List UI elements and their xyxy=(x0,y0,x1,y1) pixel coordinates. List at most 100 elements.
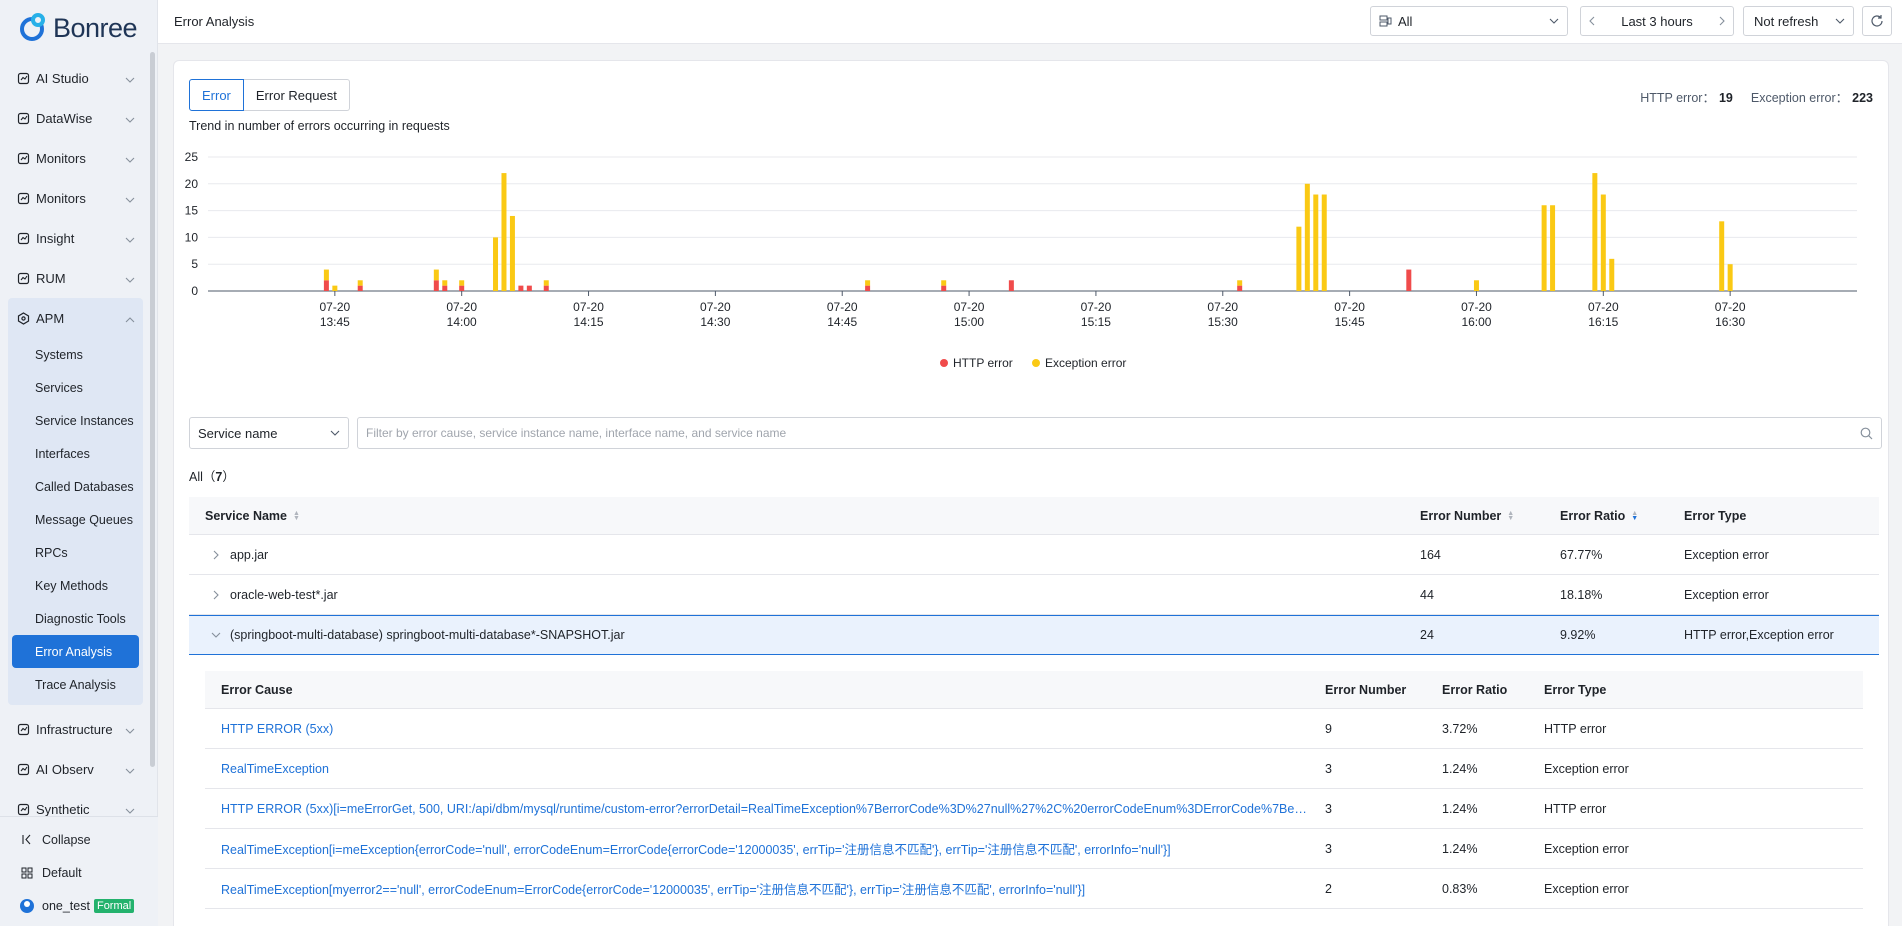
sidebar-item-message-queues[interactable]: Message Queues xyxy=(8,503,143,536)
nav-group-monitors[interactable]: Monitors xyxy=(8,138,143,178)
count-label: All（ xyxy=(189,470,216,484)
sidebar-footer: Collapse Default one_test Formal xyxy=(0,816,158,926)
sidebar-item-diagnostic-tools[interactable]: Diagnostic Tools xyxy=(8,602,143,635)
sidebar-item-systems[interactable]: Systems xyxy=(8,338,143,371)
sidebar-item-rpcs[interactable]: RPCs xyxy=(8,536,143,569)
y-tick-label: 15 xyxy=(185,204,199,218)
service-name: (springboot-multi-database) springboot-m… xyxy=(230,628,625,642)
cell-error-type: Exception error xyxy=(1544,841,1629,856)
error-trend-chart: 051015202507-2013:4507-2014:0007-2014:15… xyxy=(185,150,1857,370)
error-cause-link[interactable]: HTTP ERROR (5xx) xyxy=(205,722,1309,736)
error-cause-link[interactable]: RealTimeException xyxy=(205,762,1309,776)
search-icon[interactable] xyxy=(1860,427,1873,440)
nav-group-label: DataWise xyxy=(36,110,93,126)
collapse-button[interactable]: Collapse xyxy=(0,823,158,856)
tab-error-request[interactable]: Error Request xyxy=(243,79,350,111)
nav-group-infrastructure[interactable]: Infrastructure xyxy=(8,709,143,749)
cell-error-number: 2 xyxy=(1325,881,1332,896)
x-tick-label-date: 07-20 xyxy=(319,300,350,314)
chevron-down-icon xyxy=(330,430,340,436)
bar-exception-error xyxy=(543,280,549,286)
col-error-ratio: Error Ratio xyxy=(1442,682,1508,697)
expand-row-icon[interactable] xyxy=(205,550,227,560)
filter-field-select[interactable]: Service name xyxy=(189,417,349,449)
sidebar-item-interfaces[interactable]: Interfaces xyxy=(8,437,143,470)
count-close: ） xyxy=(222,470,235,484)
scope-select[interactable]: All xyxy=(1370,6,1568,36)
col-error-number[interactable]: Error Number ▲ ▼ xyxy=(1404,509,1544,523)
chevron-left-icon[interactable] xyxy=(1589,16,1595,26)
bar-http-error xyxy=(433,280,439,291)
nav-group-apm[interactable]: APM xyxy=(8,298,143,338)
cell-error-ratio: 18.18% xyxy=(1560,587,1603,602)
subtable-row: RealTimeException[i=meException{errorCod… xyxy=(205,829,1863,869)
nav-group-ai-observ[interactable]: AI Observ xyxy=(8,749,143,789)
synthetic-icon xyxy=(16,802,30,816)
sidebar-item-services[interactable]: Services xyxy=(8,371,143,404)
sort-icon: ▲ ▼ xyxy=(1507,509,1515,522)
chevron-down-icon xyxy=(125,151,135,166)
cell-error-ratio: 1.24% xyxy=(1442,841,1478,856)
nav-group-datawise[interactable]: DataWise xyxy=(8,98,143,138)
nav-group-ai-studio[interactable]: AI Studio xyxy=(8,58,143,98)
sidebar-item-key-methods[interactable]: Key Methods xyxy=(8,569,143,602)
error-cause-link[interactable]: RealTimeException[myerror2=='null', erro… xyxy=(205,879,1309,898)
bar-http-error xyxy=(526,285,532,291)
table-row[interactable]: app.jar 164 67.77% Exception error xyxy=(189,535,1879,575)
filter-field-value: Service name xyxy=(198,425,278,441)
cell-error-type: HTTP error xyxy=(1544,801,1607,816)
nav-group-label: AI Observ xyxy=(36,761,94,777)
x-tick-label-date: 07-20 xyxy=(954,300,985,314)
x-tick-label-date: 07-20 xyxy=(446,300,477,314)
table-row[interactable]: (springboot-multi-database) springboot-m… xyxy=(189,615,1879,655)
x-tick-label-time: 14:00 xyxy=(447,315,477,329)
tab-error[interactable]: Error xyxy=(189,79,244,111)
bar-exception-error xyxy=(323,269,329,281)
scope-icon xyxy=(1379,15,1392,27)
scope-value: All xyxy=(1398,13,1413,29)
table-row[interactable]: oracle-web-test*.jar 44 18.18% Exception… xyxy=(189,575,1879,615)
sidebar-scrollbar[interactable] xyxy=(150,52,155,767)
chevron-right-icon[interactable] xyxy=(1719,16,1725,26)
expand-row-icon[interactable] xyxy=(205,590,227,600)
bar-exception-error xyxy=(1237,280,1243,286)
sidebar-item-trace-analysis[interactable]: Trace Analysis xyxy=(8,668,143,701)
collapse-row-icon[interactable] xyxy=(205,632,227,638)
cell-error-number: 164 xyxy=(1420,547,1441,562)
bar-exception-error xyxy=(509,215,515,291)
nav-group-insight[interactable]: Insight xyxy=(8,218,143,258)
bar-exception-error xyxy=(501,173,507,291)
reload-button[interactable] xyxy=(1862,6,1892,36)
bar-exception-error xyxy=(865,280,871,286)
bar-http-error xyxy=(459,285,465,291)
chevron-down-icon xyxy=(125,111,135,126)
nav-group-label: Infrastructure xyxy=(36,721,113,737)
col-service-name[interactable]: Service Name ▲ ▼ xyxy=(189,509,1404,523)
y-tick-label: 25 xyxy=(185,150,199,164)
bar-exception-error xyxy=(1550,205,1556,291)
cell-error-number: 44 xyxy=(1420,587,1434,602)
error-cause-link[interactable]: HTTP ERROR (5xx)[i=meErrorGet, 500, URI:… xyxy=(205,802,1309,816)
nav-group-label: Monitors xyxy=(36,150,86,166)
sidebar-item-error-analysis[interactable]: Error Analysis xyxy=(12,635,139,668)
subtable-row: RealTimeException[myerror2=='null', erro… xyxy=(205,869,1863,909)
col-error-ratio[interactable]: Error Ratio ▲ ▼ xyxy=(1544,509,1668,523)
sidebar: Bonree AI Studio DataWise Monitors Monit… xyxy=(0,0,158,926)
sort-icon: ▲ ▼ xyxy=(293,509,300,522)
sidebar-item-called-databases[interactable]: Called Databases xyxy=(8,470,143,503)
brand-logo[interactable]: Bonree xyxy=(0,0,157,56)
bar-exception-error xyxy=(1727,264,1733,291)
nav-group-rum[interactable]: RUM xyxy=(8,258,143,298)
time-range-picker[interactable]: Last 3 hours xyxy=(1580,6,1734,36)
workspace-switcher[interactable]: Default xyxy=(0,856,158,889)
http-error-summary: HTTP error： 19 xyxy=(1640,87,1733,106)
user-menu[interactable]: one_test Formal xyxy=(0,889,158,922)
search-input[interactable] xyxy=(366,426,1860,440)
nav-group-monitors[interactable]: Monitors xyxy=(8,178,143,218)
error-cause-link[interactable]: RealTimeException[i=meException{errorCod… xyxy=(205,839,1309,858)
x-tick-label-date: 07-20 xyxy=(827,300,858,314)
nav-menu: AI Studio DataWise Monitors Monitors Ins… xyxy=(8,58,143,829)
refresh-interval-select[interactable]: Not refresh xyxy=(1743,6,1854,36)
sidebar-item-service-instances[interactable]: Service Instances xyxy=(8,404,143,437)
error-analysis-card: Error Error Request HTTP error： 19 Except… xyxy=(173,60,1889,926)
